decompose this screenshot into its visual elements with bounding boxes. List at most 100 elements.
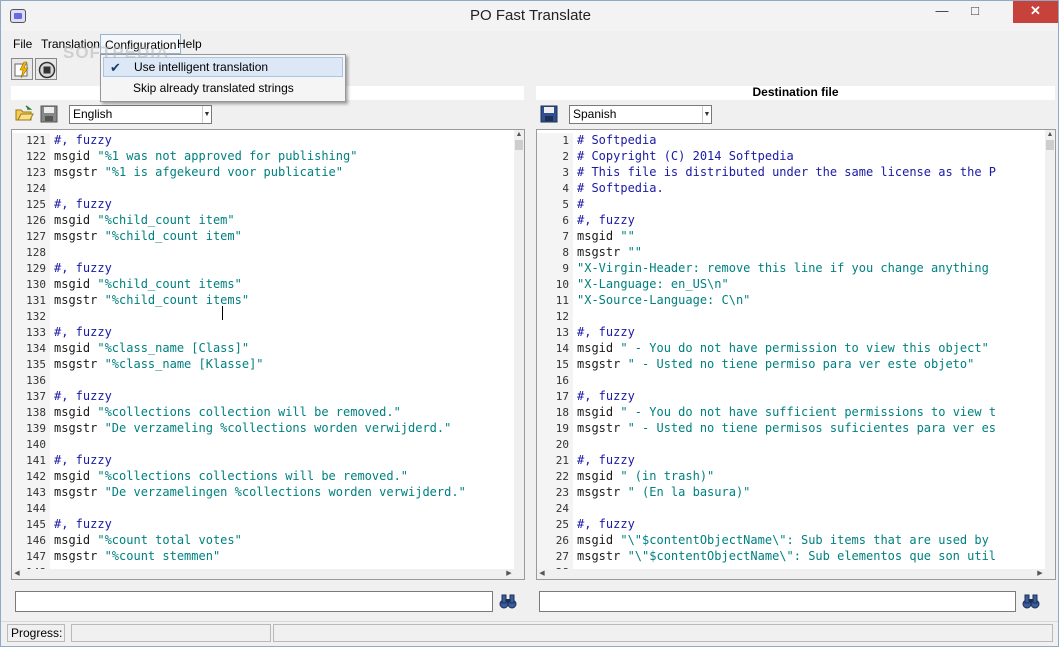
destination-search-input[interactable]	[539, 591, 1016, 612]
code-line[interactable]: 3 # This file is distributed under the sa…	[537, 164, 1045, 181]
code-line[interactable]: 23 msgstr " (En la basura)"	[537, 484, 1045, 501]
scroll-right-icon[interactable]: ▶	[504, 569, 514, 579]
code-line[interactable]: 12	[537, 308, 1045, 325]
line-content: " - Usted no tiene permiso para ver este…	[627, 357, 975, 371]
code-line[interactable]: 141 #, fuzzy	[12, 452, 514, 469]
source-vertical-scrollbar[interactable]: ▲	[514, 130, 524, 569]
destination-vertical-scrollbar[interactable]: ▲	[1045, 130, 1055, 569]
open-file-button[interactable]	[14, 104, 34, 124]
menu-help[interactable]: Help	[173, 36, 206, 53]
code-line[interactable]: 20	[537, 436, 1045, 453]
code-line[interactable]: 27 msgstr "\"$contentObjectName\": Sub el…	[537, 548, 1045, 565]
code-line[interactable]: 140	[12, 436, 514, 453]
scroll-left-icon[interactable]: ◀	[537, 569, 547, 579]
code-line[interactable]: 147 msgstr "%count stemmen"	[12, 548, 514, 565]
source-find-button[interactable]	[497, 590, 519, 612]
destination-find-button[interactable]	[1020, 590, 1042, 612]
code-line[interactable]: 143 msgstr "De verzamelingen %collections…	[12, 484, 514, 501]
code-line[interactable]: 146 msgid "%count total votes"	[12, 532, 514, 549]
code-line[interactable]: 136	[12, 372, 514, 389]
maximize-button[interactable]: □	[959, 1, 991, 23]
code-line[interactable]: 6 #, fuzzy	[537, 212, 1045, 229]
code-line[interactable]: 16	[537, 372, 1045, 389]
code-line[interactable]: 21 #, fuzzy	[537, 452, 1045, 469]
code-line[interactable]: 26 msgid "\"$contentObjectName\": Sub ite…	[537, 532, 1045, 549]
code-line[interactable]: 131 msgstr "%child_count items"	[12, 292, 514, 309]
code-line[interactable]: 7 msgid ""	[537, 228, 1045, 245]
code-line[interactable]: 25 #, fuzzy	[537, 516, 1045, 533]
code-line[interactable]: 135 msgstr "%class_name [Klasse]"	[12, 356, 514, 373]
scroll-up-icon[interactable]: ▲	[514, 130, 524, 140]
code-line[interactable]: 19 msgstr " - Usted no tiene permisos suf…	[537, 420, 1045, 437]
code-line[interactable]: 1 # Softpedia	[537, 132, 1045, 149]
chevron-down-icon[interactable]: ▼	[202, 106, 211, 123]
scroll-up-icon[interactable]: ▲	[1045, 130, 1055, 140]
source-search-input[interactable]	[15, 591, 493, 612]
code-line[interactable]: 124	[12, 180, 514, 197]
code-line[interactable]: 15 msgstr " - Usted no tiene permiso para…	[537, 356, 1045, 373]
code-line[interactable]: 2 # Copyright (C) 2014 Softpedia	[537, 148, 1045, 165]
translate-button[interactable]	[11, 58, 33, 80]
code-line[interactable]: 125 #, fuzzy	[12, 196, 514, 213]
code-line[interactable]: 138 msgid "%collections collection will b…	[12, 404, 514, 421]
source-editor[interactable]: 121 #, fuzzy 122 msgid "%1 was not approved…	[11, 129, 525, 580]
keyword: msgid	[577, 405, 621, 419]
code-line[interactable]: 11 "X-Source-Language: C\n"	[537, 292, 1045, 309]
line-text: msgstr "\"$contentObjectName\": Sub elem…	[573, 549, 996, 563]
line-content: "%1 is afgekeurd voor publicatie"	[104, 165, 343, 179]
code-line[interactable]: 10 "X-Language: en_US\n"	[537, 276, 1045, 293]
code-line[interactable]: 142 msgid "%collections collections will …	[12, 468, 514, 485]
menu-file[interactable]: File	[9, 36, 36, 53]
keyword: msgid	[577, 533, 621, 547]
code-line[interactable]: 128	[12, 244, 514, 261]
menu-item-skip-translated[interactable]: Skip already translated strings	[103, 79, 343, 99]
destination-horizontal-scrollbar[interactable]: ◀ ▶	[537, 569, 1055, 579]
code-line[interactable]: 18 msgid " - You do not have sufficient p…	[537, 404, 1045, 421]
code-line[interactable]: 133 #, fuzzy	[12, 324, 514, 341]
code-line[interactable]: 14 msgid " - You do not have permission t…	[537, 340, 1045, 357]
code-line[interactable]: 121 #, fuzzy	[12, 132, 514, 149]
code-line[interactable]: 132	[12, 308, 514, 325]
destination-editor[interactable]: 1 # Softpedia 2 # Copyright (C) 2014 Softpe…	[536, 129, 1056, 580]
code-line[interactable]: 134 msgid "%class_name [Class]"	[12, 340, 514, 357]
code-line[interactable]: 24	[537, 500, 1045, 517]
scroll-right-icon[interactable]: ▶	[1035, 569, 1045, 579]
chevron-down-icon[interactable]: ▼	[702, 106, 711, 123]
code-line[interactable]: 126 msgid "%child_count item"	[12, 212, 514, 229]
code-line[interactable]: 137 #, fuzzy	[12, 388, 514, 405]
code-line[interactable]: 130 msgid "%child_count items"	[12, 276, 514, 293]
source-language-select[interactable]: English ▼	[69, 105, 212, 124]
minimize-button[interactable]: —	[926, 1, 958, 23]
line-content: " (En la basura)"	[627, 485, 751, 499]
code-line[interactable]: 145 #, fuzzy	[12, 516, 514, 533]
code-line[interactable]: 9 "X-Virgin-Header: remove this line if y…	[537, 260, 1045, 277]
code-line[interactable]: 127 msgstr "%child_count item"	[12, 228, 514, 245]
scroll-thumb[interactable]	[1046, 140, 1054, 150]
code-line[interactable]: 22 msgid " (in trash)"	[537, 468, 1045, 485]
stop-button[interactable]	[35, 58, 57, 80]
code-line[interactable]: 8 msgstr ""	[537, 244, 1045, 261]
close-button[interactable]: ✕	[1013, 1, 1058, 23]
save-source-button[interactable]	[39, 104, 59, 124]
code-line[interactable]: 17 #, fuzzy	[537, 388, 1045, 405]
code-line[interactable]: 122 msgid "%1 was not approved for publis…	[12, 148, 514, 165]
code-line[interactable]: 4 # Softpedia.	[537, 180, 1045, 197]
line-text	[573, 373, 577, 387]
code-line[interactable]: 123 msgstr "%1 is afgekeurd voor publicat…	[12, 164, 514, 181]
save-destination-button[interactable]	[539, 104, 559, 124]
scroll-left-icon[interactable]: ◀	[12, 569, 22, 579]
keyword: msgid	[577, 229, 621, 243]
line-text: msgid "%count total votes"	[50, 533, 242, 547]
code-line[interactable]: 139 msgstr "De verzameling %collections w…	[12, 420, 514, 437]
line-number: 123	[12, 165, 50, 181]
destination-language-select[interactable]: Spanish ▼	[569, 105, 712, 124]
code-line[interactable]: 13 #, fuzzy	[537, 324, 1045, 341]
code-line[interactable]: 129 #, fuzzy	[12, 260, 514, 277]
source-horizontal-scrollbar[interactable]: ◀ ▶	[12, 569, 524, 579]
line-content: "De verzamelingen %collections worden ve…	[104, 485, 466, 499]
code-line[interactable]: 144	[12, 500, 514, 517]
code-line[interactable]: 5 #	[537, 196, 1045, 213]
scroll-thumb[interactable]	[515, 140, 523, 150]
line-text: msgstr " - Usted no tiene permisos sufic…	[573, 421, 996, 435]
window-title: PO Fast Translate	[470, 7, 591, 24]
